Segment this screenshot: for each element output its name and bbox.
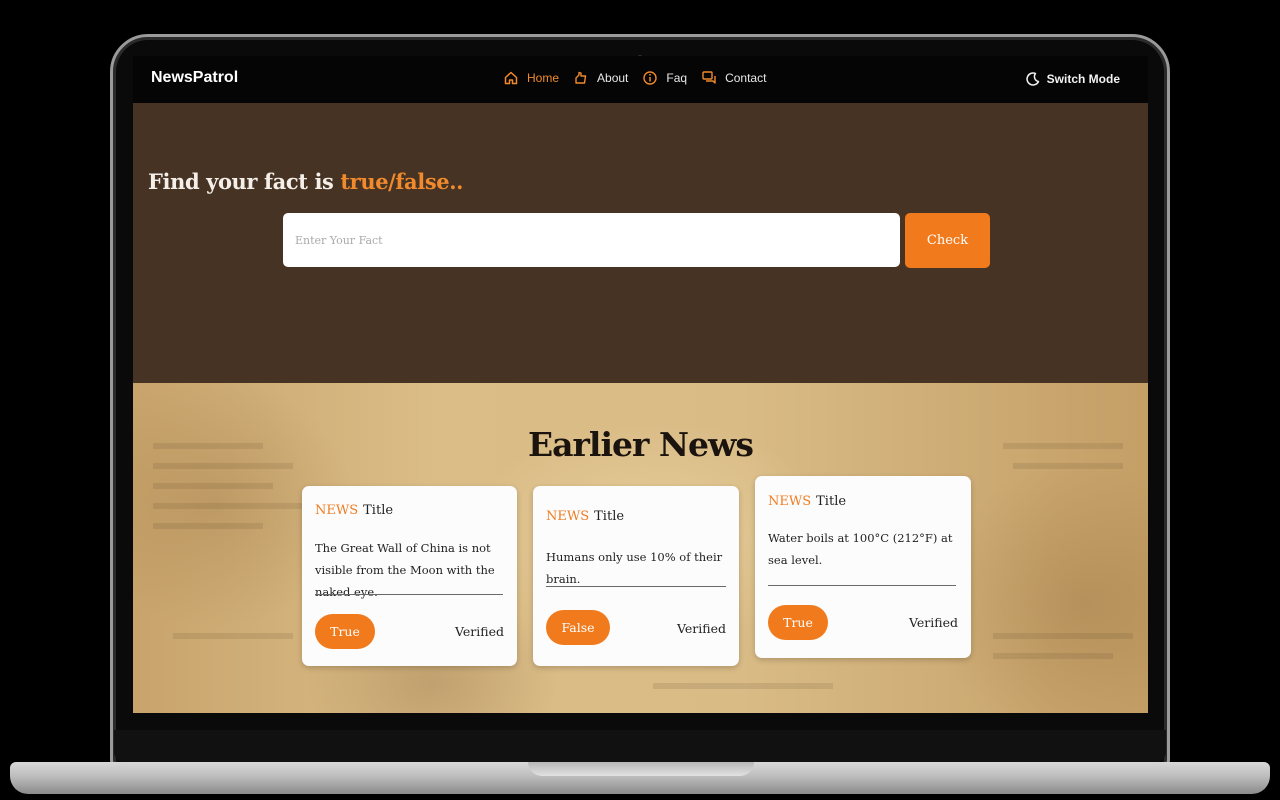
home-icon <box>503 70 519 86</box>
news-card: NEWS Title Humans only use 10% of their b… <box>533 486 739 666</box>
card-tag: NEWS <box>768 494 812 509</box>
hero-title-prefix: Find your fact is <box>148 169 341 194</box>
navbar: NewsPatrol Home About Faq Contact Switch… <box>133 56 1148 103</box>
paper-texture-line <box>153 523 263 529</box>
card-divider <box>546 586 726 587</box>
paper-texture-line <box>173 633 293 639</box>
paper-texture-line <box>653 683 833 689</box>
verdict-button[interactable]: False <box>546 610 610 645</box>
brand-logo[interactable]: NewsPatrol <box>151 69 238 87</box>
section-title: Earlier News <box>527 425 754 464</box>
verdict-button[interactable]: True <box>315 614 375 649</box>
laptop-base-notch <box>528 762 754 776</box>
switch-mode-label: Switch Mode <box>1046 72 1120 86</box>
switch-mode-toggle[interactable]: Switch Mode <box>1025 71 1120 87</box>
verdict-button[interactable]: True <box>768 605 828 640</box>
hand-icon <box>573 70 589 86</box>
verified-label: Verified <box>909 615 958 630</box>
card-heading: NEWS Title <box>768 494 846 509</box>
fact-input[interactable] <box>283 213 900 267</box>
nav-links: Home About Faq Contact <box>503 70 766 86</box>
moon-icon <box>1025 71 1041 87</box>
paper-texture-line <box>993 633 1133 639</box>
card-title: Title <box>594 509 625 524</box>
info-icon <box>642 70 658 86</box>
hero-title-accent: true/false.. <box>340 169 464 194</box>
nav-label-home: Home <box>527 71 560 85</box>
verified-label: Verified <box>677 621 726 636</box>
nav-label-faq: Faq <box>666 71 688 85</box>
news-card: NEWS Title Water boils at 100°C (212°F) a… <box>755 476 971 658</box>
nav-link-faq[interactable]: Faq <box>642 70 687 86</box>
paper-texture-line <box>993 653 1113 659</box>
card-divider <box>315 594 503 595</box>
nav-link-contact[interactable]: Contact <box>701 70 766 86</box>
nav-label-about: About <box>597 71 629 85</box>
check-button[interactable]: Check <box>905 213 990 268</box>
card-fact-text: Water boils at 100°C (212°F) at sea leve… <box>768 531 953 567</box>
screen-bottom-bezel <box>114 730 1166 762</box>
card-heading: NEWS Title <box>546 509 624 524</box>
card-divider <box>768 585 956 586</box>
paper-texture-line <box>153 503 303 509</box>
card-heading: NEWS Title <box>315 503 393 518</box>
earlier-news-section: Earlier News NEWS Title The Great Wall of… <box>133 383 1148 713</box>
verified-label: Verified <box>455 624 504 639</box>
chat-icon <box>701 70 717 86</box>
screen: NewsPatrol Home About Faq Contact Switch… <box>133 56 1148 713</box>
card-title: Title <box>363 503 394 518</box>
card-tag: NEWS <box>315 503 359 518</box>
hero-title: Find your fact is true/false.. <box>148 169 463 194</box>
paper-texture-line <box>153 483 273 489</box>
card-tag: NEWS <box>546 509 590 524</box>
news-card: NEWS Title The Great Wall of China is not… <box>302 486 517 666</box>
card-title: Title <box>816 494 847 509</box>
hero-section: Find your fact is true/false.. Check <box>133 103 1148 383</box>
nav-link-home[interactable]: Home <box>503 70 559 86</box>
nav-label-contact: Contact <box>725 71 767 85</box>
card-fact-text: Humans only use 10% of their brain. <box>546 550 723 586</box>
nav-link-about[interactable]: About <box>573 70 628 86</box>
